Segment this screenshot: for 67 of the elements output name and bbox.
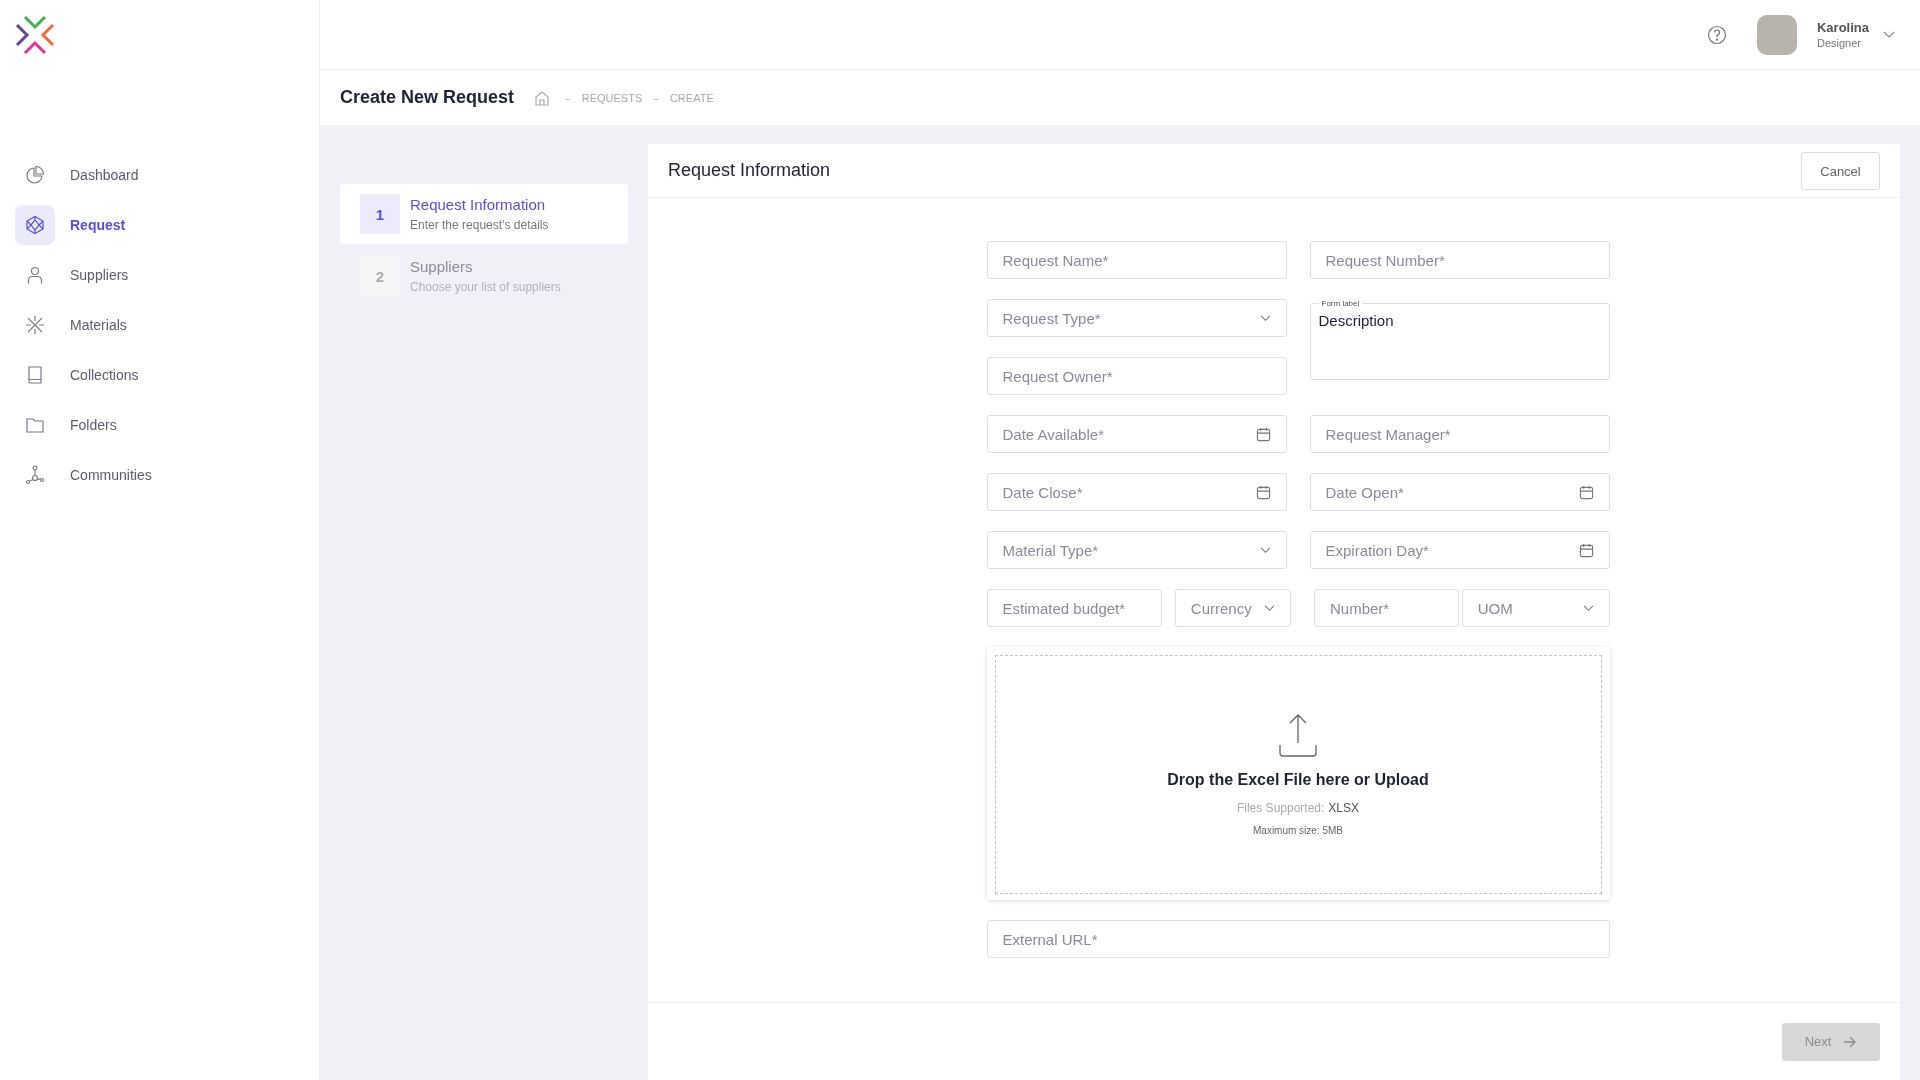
calendar-icon [1255, 484, 1271, 500]
user-name: Karolina [1817, 20, 1869, 35]
user-role: Designer [1817, 37, 1862, 49]
folder-icon [25, 415, 45, 435]
calendar-icon [1255, 426, 1271, 442]
person-icon [25, 265, 45, 285]
step-title: Suppliers [410, 258, 474, 275]
chevron-down-icon [1259, 314, 1271, 322]
upload-dropzone[interactable]: Drop the Excel File here or Upload Files Supported: XLSX Maximum size: 5MB [986, 647, 1610, 900]
sidebar-item[interactable]: Request [15, 205, 235, 245]
sidebar-item[interactable]: Dashboard [15, 155, 235, 195]
breadcrumb-separator: - [566, 91, 570, 104]
breadcrumb-separator: - [654, 91, 658, 104]
select-field[interactable]: Request Type* [986, 299, 1287, 337]
text-field[interactable]: Request Owner* [986, 357, 1287, 395]
calendar-icon [1578, 484, 1594, 500]
text-field[interactable]: Number* [1314, 589, 1459, 627]
text-field[interactable]: Request Manager* [1309, 415, 1610, 453]
text-field[interactable]: Estimated budget* [986, 589, 1162, 627]
description-field[interactable]: Form label Description [1309, 299, 1610, 380]
step-subtitle: Choose your list of suppliers [410, 280, 561, 294]
step-subtitle: Enter the request’s details [410, 218, 549, 232]
breadcrumb-link[interactable]: CREATE [669, 91, 714, 104]
sidebar-item[interactable]: Suppliers [15, 255, 235, 295]
chevron-down-icon [1259, 546, 1271, 554]
date-field[interactable]: Expiration Day* [1309, 531, 1610, 569]
card-title: Request Information [668, 160, 831, 181]
book-icon [25, 365, 45, 385]
chevron-down-icon[interactable] [1883, 30, 1895, 39]
crossed-lines-icon [25, 315, 45, 335]
select-field[interactable]: UOM [1461, 589, 1610, 627]
calendar-icon [1578, 542, 1594, 558]
sidebar-item[interactable]: Materials [15, 305, 235, 345]
home-icon[interactable] [534, 89, 551, 106]
upload-icon [1278, 713, 1318, 759]
network-icon [25, 465, 45, 485]
date-field[interactable]: Date Available* [986, 415, 1287, 453]
page-title: Create New Request [340, 87, 515, 108]
sidebar-item[interactable]: Folders [15, 405, 235, 445]
step-item[interactable]: 1 Request Information Enter the request’s details [340, 184, 628, 244]
arrow-right-icon [1843, 1035, 1858, 1048]
max-size-note: Maximum size: 5MB [1253, 825, 1343, 836]
logo-icon [15, 15, 55, 55]
pie-chart-icon [25, 165, 45, 185]
step-title: Request Information [410, 196, 547, 213]
url-field[interactable]: External URL* [986, 920, 1610, 958]
date-field[interactable]: Date Close* [986, 473, 1287, 511]
chevron-down-icon [1264, 604, 1275, 612]
photo-placeholder[interactable] [1757, 14, 1797, 55]
text-field[interactable]: Request Number* [1309, 241, 1610, 279]
select-field[interactable]: Material Type* [986, 531, 1287, 569]
chevron-down-icon [1582, 604, 1594, 612]
upload-title: Drop the Excel File here or Upload [1167, 771, 1429, 789]
date-field[interactable]: Date Open* [1309, 473, 1610, 511]
cube-icon [25, 215, 45, 235]
step-number: 2 [360, 256, 400, 296]
step-item[interactable]: 2 Suppliers Choose your list of suppliers [340, 246, 628, 306]
step-number: 1 [360, 194, 400, 234]
supported-format: XLSX [1328, 801, 1360, 815]
text-field[interactable]: Request Name* [986, 241, 1287, 279]
supported-label: Files Supported: [1236, 801, 1325, 815]
sidebar-item[interactable]: Communities [15, 455, 235, 495]
select-field[interactable]: Currency [1174, 589, 1291, 627]
sidebar-item[interactable]: Collections [15, 355, 235, 395]
help-icon[interactable] [1707, 24, 1727, 45]
breadcrumb-link[interactable]: REQUESTS [581, 91, 643, 104]
cancel-button[interactable]: Cancel [1801, 152, 1880, 190]
